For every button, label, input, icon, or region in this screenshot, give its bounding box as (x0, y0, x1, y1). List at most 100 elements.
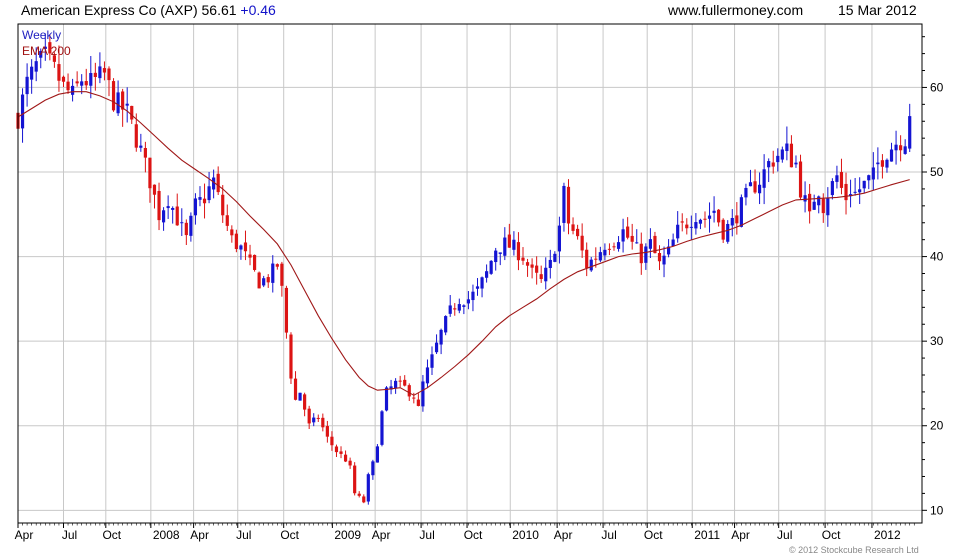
candle-body (116, 92, 120, 114)
candle-body (175, 206, 179, 226)
candle-body (680, 221, 684, 223)
candle-body (612, 246, 616, 248)
candle-body (321, 417, 325, 428)
candle-body (475, 286, 480, 289)
candle-body (71, 85, 75, 95)
candle-body (535, 265, 539, 273)
x-axis: Apr Jul Oct 2008 Apr Jul Oct 2009 Apr Jul Oct 2010 A… (15, 523, 915, 542)
candle-body (171, 207, 175, 210)
candle-body (221, 194, 225, 216)
y-tick-label: 20 (930, 419, 944, 433)
candle-body (453, 308, 457, 310)
candle-body (748, 182, 753, 187)
candle-body (512, 239, 516, 250)
candle-body (303, 394, 307, 410)
candle-body (853, 191, 857, 193)
candle-body (412, 397, 416, 399)
price-chart: 102030405060 Apr Jul Oct 2008 Apr Jul Oct 2009 A… (15, 23, 944, 542)
candle-body (821, 198, 825, 214)
candle-body (266, 277, 270, 283)
grid-lines (17, 24, 922, 523)
candle-body (343, 454, 348, 462)
candle-body (739, 197, 743, 227)
candle-body (34, 61, 38, 72)
candle-body (89, 73, 93, 86)
candle-body (576, 228, 580, 237)
candle-body (689, 226, 693, 228)
candle-body (93, 72, 97, 77)
candle-body (803, 195, 807, 202)
candle-body (694, 222, 698, 229)
candle-body (767, 161, 771, 168)
x-tick-label: Oct (464, 528, 483, 542)
candle-body (366, 474, 370, 502)
candle-body (394, 380, 398, 389)
candle-body (507, 234, 511, 248)
candle-body (894, 144, 898, 151)
candle-body (676, 224, 680, 239)
candle-body (489, 260, 493, 274)
candle-body (516, 242, 521, 261)
x-tick-label: Apr (15, 528, 34, 542)
candle-body (817, 196, 821, 206)
candle-body (107, 68, 111, 81)
y-axis: 10 20 30 40 50 60 (922, 36, 944, 517)
candle-body (685, 224, 689, 229)
candle-body (57, 64, 61, 81)
x-tick-label: Jul (777, 528, 792, 542)
candle-body (794, 162, 798, 165)
candle-body (98, 66, 102, 79)
candle-body (184, 222, 188, 236)
candle-body (430, 354, 434, 368)
candle-body (580, 235, 584, 251)
candle-body (648, 239, 652, 249)
candle-body (562, 185, 566, 223)
candle-body (521, 257, 525, 261)
candle-body (485, 271, 489, 278)
candle-body (717, 209, 721, 223)
candle-body (280, 263, 284, 286)
candle-body (180, 222, 184, 224)
candle-body (644, 246, 648, 263)
candle-body (225, 215, 229, 226)
candle-body (826, 198, 830, 216)
candle-body (889, 149, 894, 162)
candle-body (439, 329, 443, 345)
candle-body (457, 304, 461, 311)
x-tick-label: 2011 (694, 528, 720, 542)
candle-body (289, 334, 293, 379)
candle-body (134, 124, 138, 148)
candle-body (812, 201, 816, 210)
candle-body (330, 436, 334, 446)
candle-body (630, 235, 634, 242)
candle-body (621, 229, 625, 242)
x-tick-label: Apr (554, 528, 573, 542)
x-tick-label: Apr (731, 528, 750, 542)
candle-body (416, 399, 420, 406)
candle-body (785, 143, 789, 152)
candle-body (375, 446, 380, 463)
candle-body (198, 197, 202, 200)
candle-body (835, 175, 839, 182)
candle-body (480, 277, 484, 289)
candle-body (61, 76, 66, 82)
candle-body (152, 184, 157, 195)
x-tick-label: 2012 (874, 528, 901, 542)
candle-body (125, 103, 129, 106)
candle-body (594, 258, 598, 260)
candle-body (284, 287, 289, 333)
candle-body (603, 249, 607, 256)
candle-body (858, 189, 862, 193)
x-tick-label: Jul (62, 528, 77, 542)
x-tick-label: Oct (102, 528, 121, 542)
candle-body (130, 105, 134, 120)
y-tick-label: 60 (930, 80, 944, 94)
candle-body (730, 218, 734, 226)
x-tick-label: Oct (822, 528, 841, 542)
x-tick-label: Apr (190, 528, 209, 542)
candle-body (867, 175, 871, 181)
candle-body (230, 229, 234, 236)
candle-body (462, 305, 466, 307)
y-tick-label: 50 (930, 165, 944, 179)
candle-body (143, 148, 147, 158)
